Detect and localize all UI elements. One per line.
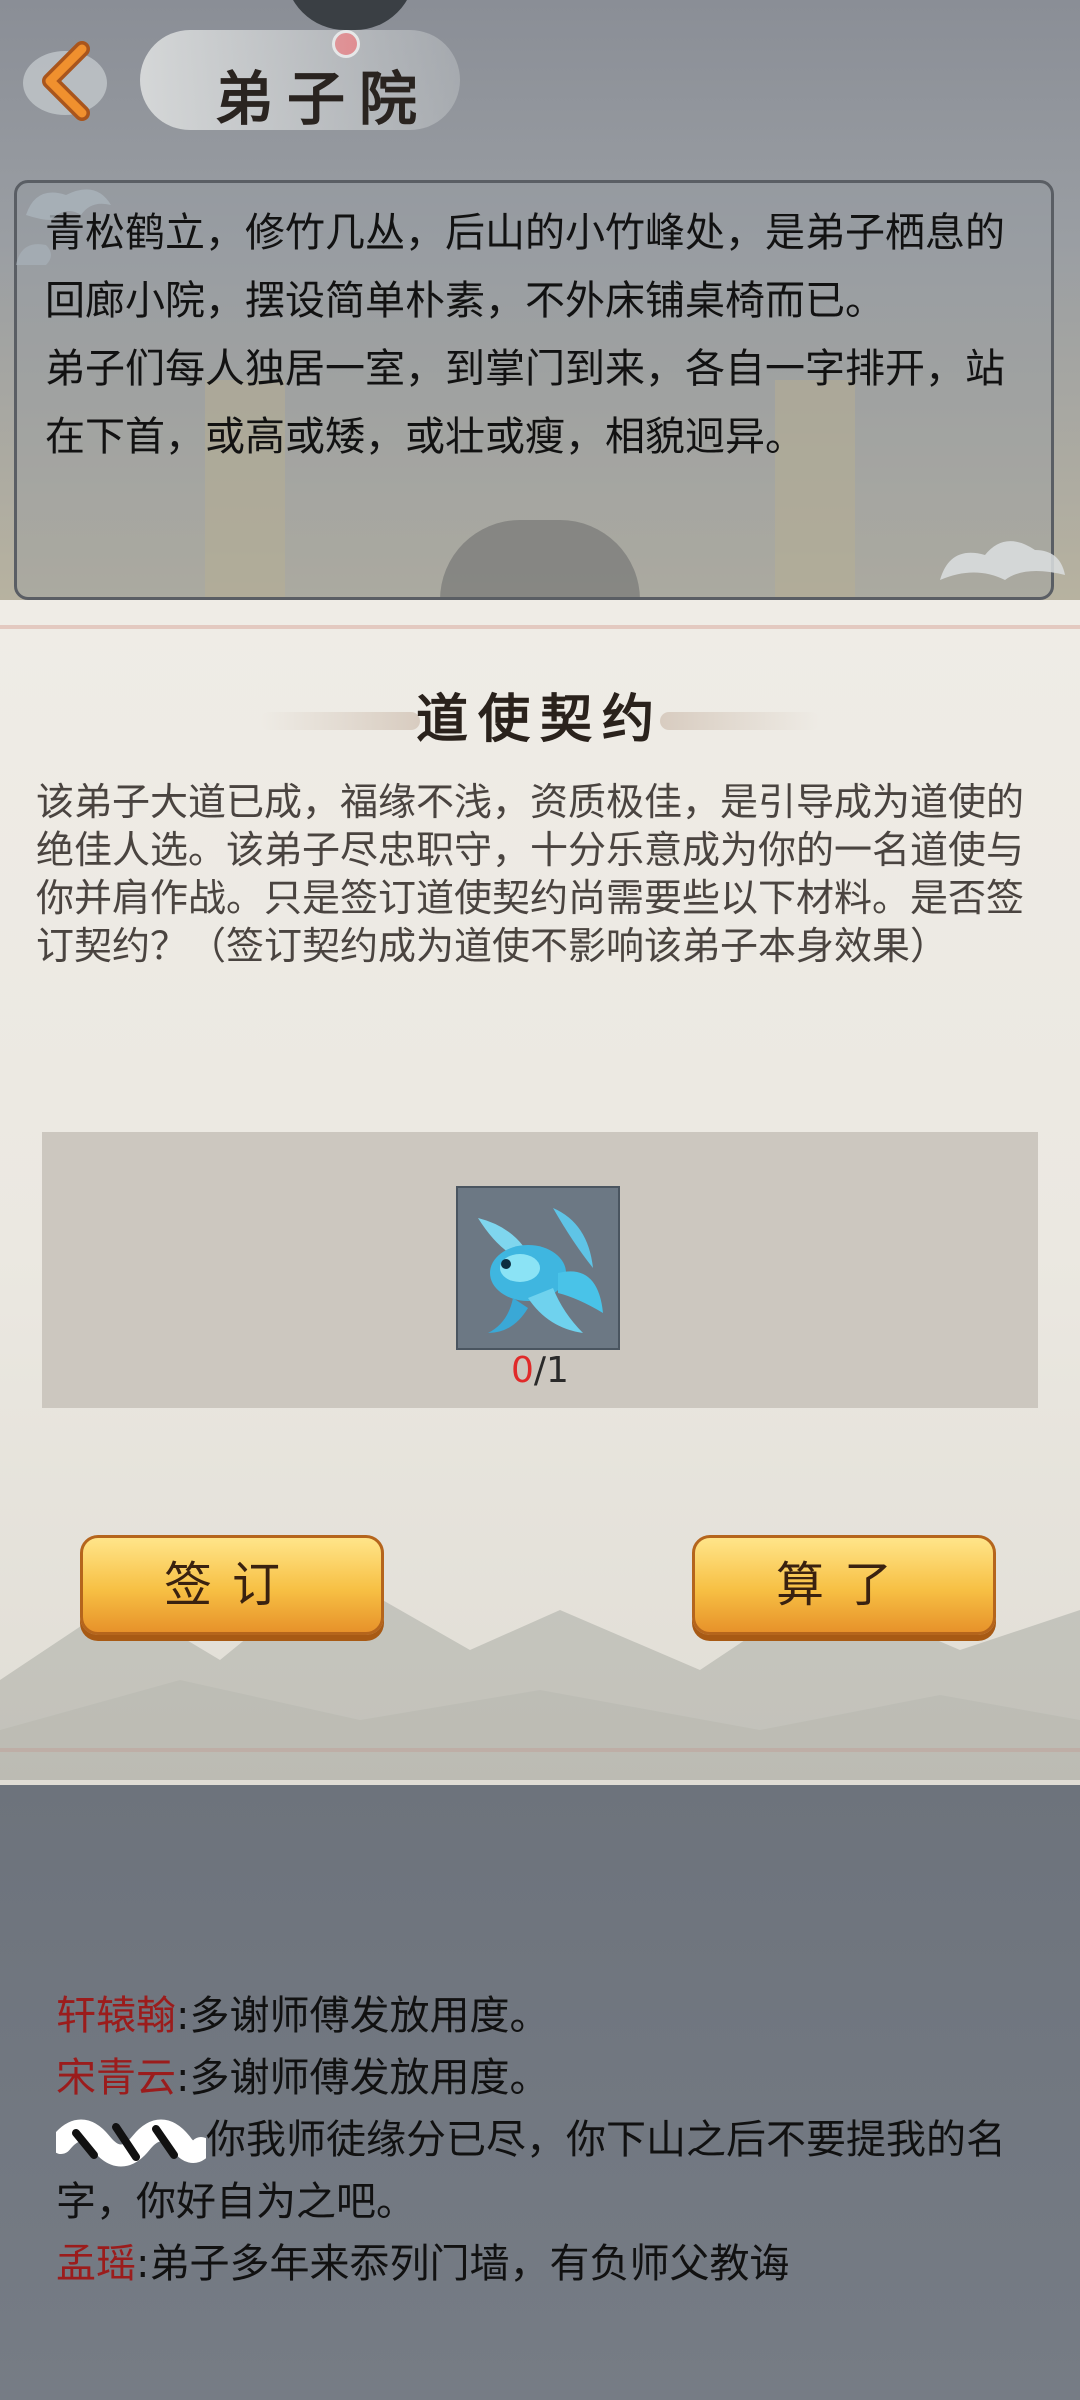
material-count: 0/1 — [42, 1350, 1038, 1391]
blue-fish-icon — [458, 1188, 618, 1348]
chat-line: 轩辕翰:多谢师傅发放用度。 — [56, 1985, 1046, 2047]
cloud-ornament-icon — [940, 541, 1065, 580]
redacted-name-icon — [56, 2119, 206, 2167]
chat-speaker: 轩辕翰 — [56, 1993, 176, 2039]
chat-line: 你我师徒缘分已尽，你下山之后不要提我的名字，你好自为之吧。 — [56, 2109, 1046, 2233]
page-title: 弟子院 — [215, 65, 432, 133]
divider — [0, 625, 1080, 629]
material-need: /1 — [533, 1350, 569, 1391]
chat-speaker: 宋青云 — [56, 2055, 176, 2101]
cancel-button-label: 算了 — [775, 1557, 912, 1613]
chat-separator: : — [176, 2055, 190, 2101]
description-paragraph: 弟子们每人独居一室，到掌门到来，各自一字排开，站在下首，或高或矮，或壮或瘦，相貌… — [45, 346, 1005, 460]
description-panel: 青松鹤立，修竹几丛，后山的小竹峰处，是弟子栖息的回廊小院，摆设简单朴素，不外床铺… — [14, 180, 1054, 600]
header: 弟子院 — [0, 0, 1080, 150]
dialog-message: 该弟子大道已成，福缘不浅，资质极佳，是引导成为道使的绝佳人选。该弟子尽忠职守，十… — [36, 780, 1025, 968]
material-have: 0 — [511, 1350, 534, 1391]
cloud-ornament-icon — [16, 189, 111, 265]
materials-panel: 0/1 — [42, 1132, 1038, 1408]
description-text: 青松鹤立，修竹几丛，后山的小竹峰处，是弟子栖息的回廊小院，摆设简单朴素，不外床铺… — [45, 199, 1035, 471]
dialog-title: 道使契约 — [415, 689, 664, 750]
chat-message: 多谢师傅发放用度。 — [189, 2055, 550, 2101]
avatar[interactable] — [285, 0, 415, 30]
sign-button-label: 签订 — [163, 1557, 300, 1613]
chat-log: 轩辕翰:多谢师傅发放用度。 宋青云:多谢师傅发放用度。 你我师徒缘分已尽，你下山… — [56, 1985, 1046, 2295]
back-arrow-icon — [23, 41, 107, 121]
back-button[interactable] — [20, 35, 130, 125]
cancel-button[interactable]: 算了 — [692, 1535, 996, 1635]
chat-line: 宋青云:多谢师傅发放用度。 — [56, 2047, 1046, 2109]
chat-speaker: 孟瑶 — [56, 2241, 136, 2287]
chat-line: 孟瑶:弟子多年来忝列门墙，有负师父教诲 — [56, 2233, 1046, 2295]
chat-message: 多谢师傅发放用度。 — [189, 1993, 550, 2039]
material-slot[interactable] — [456, 1186, 620, 1350]
sign-button[interactable]: 签订 — [80, 1535, 384, 1635]
dialog-title-bar: 道使契约 — [240, 680, 840, 760]
chat-separator: : — [136, 2241, 150, 2287]
contract-dialog: 道使契约 该弟子大道已成，福缘不浅，资质极佳，是引导成为道使的绝佳人选。该弟子尽… — [0, 600, 1080, 1785]
chat-separator: : — [176, 1993, 190, 2039]
chat-message: 弟子多年来忝列门墙，有负师父教诲 — [149, 2241, 790, 2287]
description-paragraph: 青松鹤立，修竹几丛，后山的小竹峰处，是弟子栖息的回廊小院，摆设简单朴素，不外床铺… — [45, 210, 1005, 324]
